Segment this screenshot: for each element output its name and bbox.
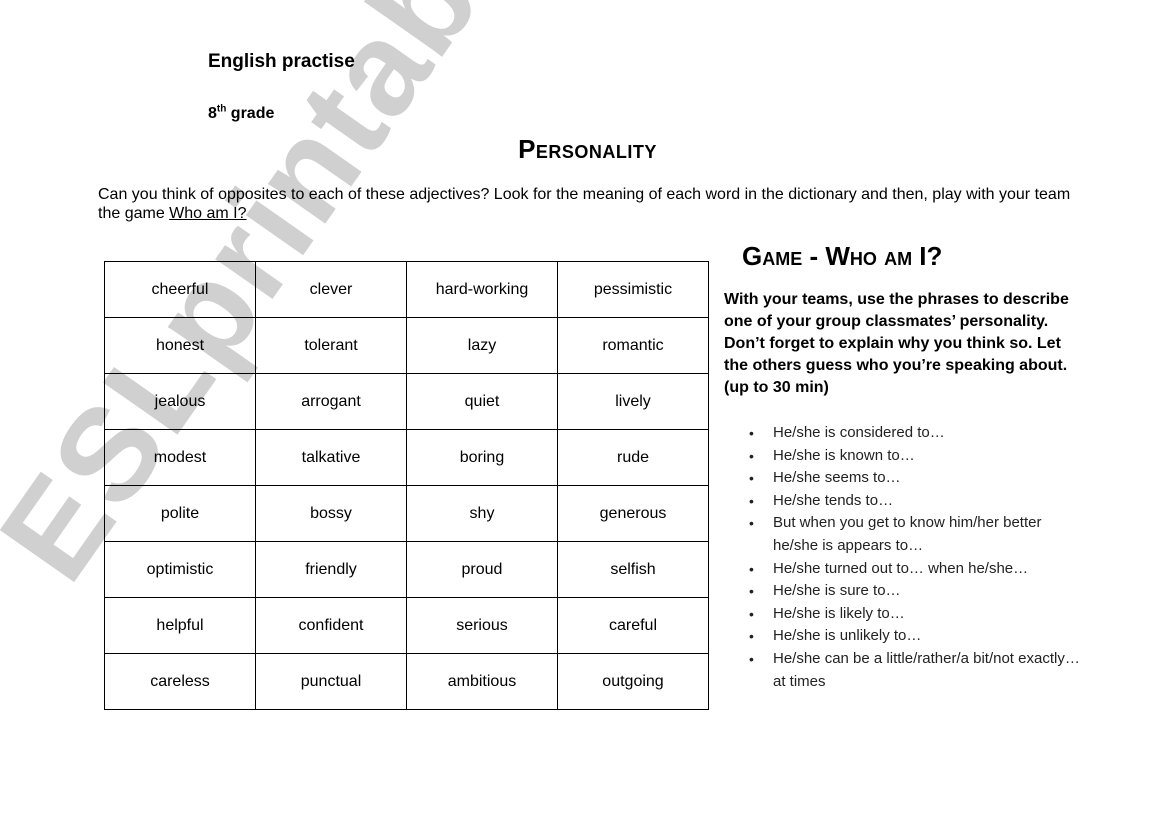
list-item: • He/she is considered to… (742, 422, 1082, 445)
table-row: careless punctual ambitious outgoing (104, 653, 709, 710)
phrase-text: He/she tends to… (773, 491, 894, 509)
adjective-cell: cheerful (104, 261, 256, 318)
phrase-text: He/she is sure to… (773, 582, 901, 600)
list-item: • But when you get to know him/her better… (742, 512, 1082, 557)
bullet-icon: • (749, 492, 754, 509)
adjective-cell: modest (104, 429, 256, 486)
bullet-icon: • (749, 470, 754, 487)
adjective-cell: punctual (255, 653, 407, 710)
grade-text: grade (226, 105, 275, 122)
list-item: • He/she is sure to… (742, 580, 1082, 603)
adjective-cell: quiet (406, 373, 558, 430)
adjective-cell: arrogant (255, 373, 407, 430)
bullet-icon: • (749, 605, 754, 622)
adjective-cell: outgoing (557, 653, 709, 710)
table-row: polite bossy shy generous (104, 485, 709, 542)
adjective-cell: bossy (255, 485, 407, 542)
table-row: helpful confident serious careful (104, 597, 709, 654)
game-title: Game - Who am I? (742, 241, 943, 271)
adjective-cell: serious (406, 597, 558, 654)
list-item: • He/she seems to… (742, 467, 1082, 490)
bullet-icon: • (749, 650, 754, 667)
phrase-text: He/she turned out to… when he/she… (773, 559, 1029, 577)
adjective-cell: rude (557, 429, 709, 486)
list-item: • He/she is likely to… (742, 603, 1082, 626)
adjective-cell: ambitious (406, 653, 558, 710)
list-item: • He/she is known to… (742, 445, 1082, 468)
page-title: Personality (518, 134, 657, 164)
document-heading: English practise (208, 51, 355, 72)
adjective-cell: confident (255, 597, 407, 654)
adjective-cell: tolerant (255, 317, 407, 374)
adjective-cell: clever (255, 261, 407, 318)
phrase-text: He/she seems to… (773, 469, 901, 487)
adjective-cell: careless (104, 653, 256, 710)
adjective-cell: pessimistic (557, 261, 709, 318)
adjectives-table: cheerful clever hard-working pessimistic hon… (104, 261, 709, 710)
phrases-list: • He/she is considered to… • He/she is know… (742, 422, 1082, 693)
adjective-cell: selfish (557, 541, 709, 598)
bullet-icon: • (749, 447, 754, 464)
adjective-cell: lazy (406, 317, 558, 374)
table-row: jealous arrogant quiet lively (104, 373, 709, 430)
grade-label: 8th grade (208, 103, 275, 123)
table-row: modest talkative boring rude (104, 429, 709, 486)
bullet-icon: • (749, 628, 754, 645)
phrase-text: He/she is considered to… (773, 424, 945, 441)
adjective-cell: helpful (104, 597, 256, 654)
phrase-text: He/she is unlikely to… (773, 627, 922, 645)
bullet-icon: • (749, 560, 754, 577)
adjective-cell: proud (406, 541, 558, 598)
bullet-icon: • (749, 425, 754, 441)
adjective-cell: romantic (557, 317, 709, 374)
adjective-cell: careful (557, 597, 709, 654)
adjective-cell: polite (104, 485, 256, 542)
adjective-cell: optimistic (104, 541, 256, 598)
adjective-cell: lively (557, 373, 709, 430)
list-item: • He/she can be a little/rather/a bit/not… (742, 648, 1082, 693)
phrase-text: He/she can be a little/rather/a bit/not … (773, 649, 1080, 690)
adjective-cell: talkative (255, 429, 407, 486)
adjective-cell: friendly (255, 541, 407, 598)
list-item: • He/she is unlikely to… (742, 625, 1082, 648)
adjective-cell: hard-working (406, 261, 558, 318)
adjective-cell: honest (104, 317, 256, 374)
phrase-text: He/she is known to… (773, 446, 915, 464)
adjective-cell: shy (406, 485, 558, 542)
phrase-text: He/she is likely to… (773, 604, 905, 622)
who-am-i-link: Who am I? (169, 205, 247, 222)
bullet-icon: • (749, 515, 754, 532)
adjective-cell: boring (406, 429, 558, 486)
grade-number: 8 (208, 105, 217, 122)
instructions: Can you think of opposites to each of th… (98, 185, 1088, 223)
table-row: honest tolerant lazy romantic (104, 317, 709, 374)
list-item: • He/she turned out to… when he/she… (742, 558, 1082, 581)
phrase-text: But when you get to know him/her better … (773, 514, 1042, 554)
adjective-cell: jealous (104, 373, 256, 430)
table-row: optimistic friendly proud selfish (104, 541, 709, 598)
grade-suffix: th (216, 103, 227, 115)
bullet-icon: • (749, 583, 754, 600)
adjective-cell: generous (557, 485, 709, 542)
game-description: With your teams, use the phrases to desc… (724, 291, 1069, 396)
list-item: • He/she tends to… (742, 490, 1082, 513)
table-row: cheerful clever hard-working pessimistic (104, 261, 709, 318)
